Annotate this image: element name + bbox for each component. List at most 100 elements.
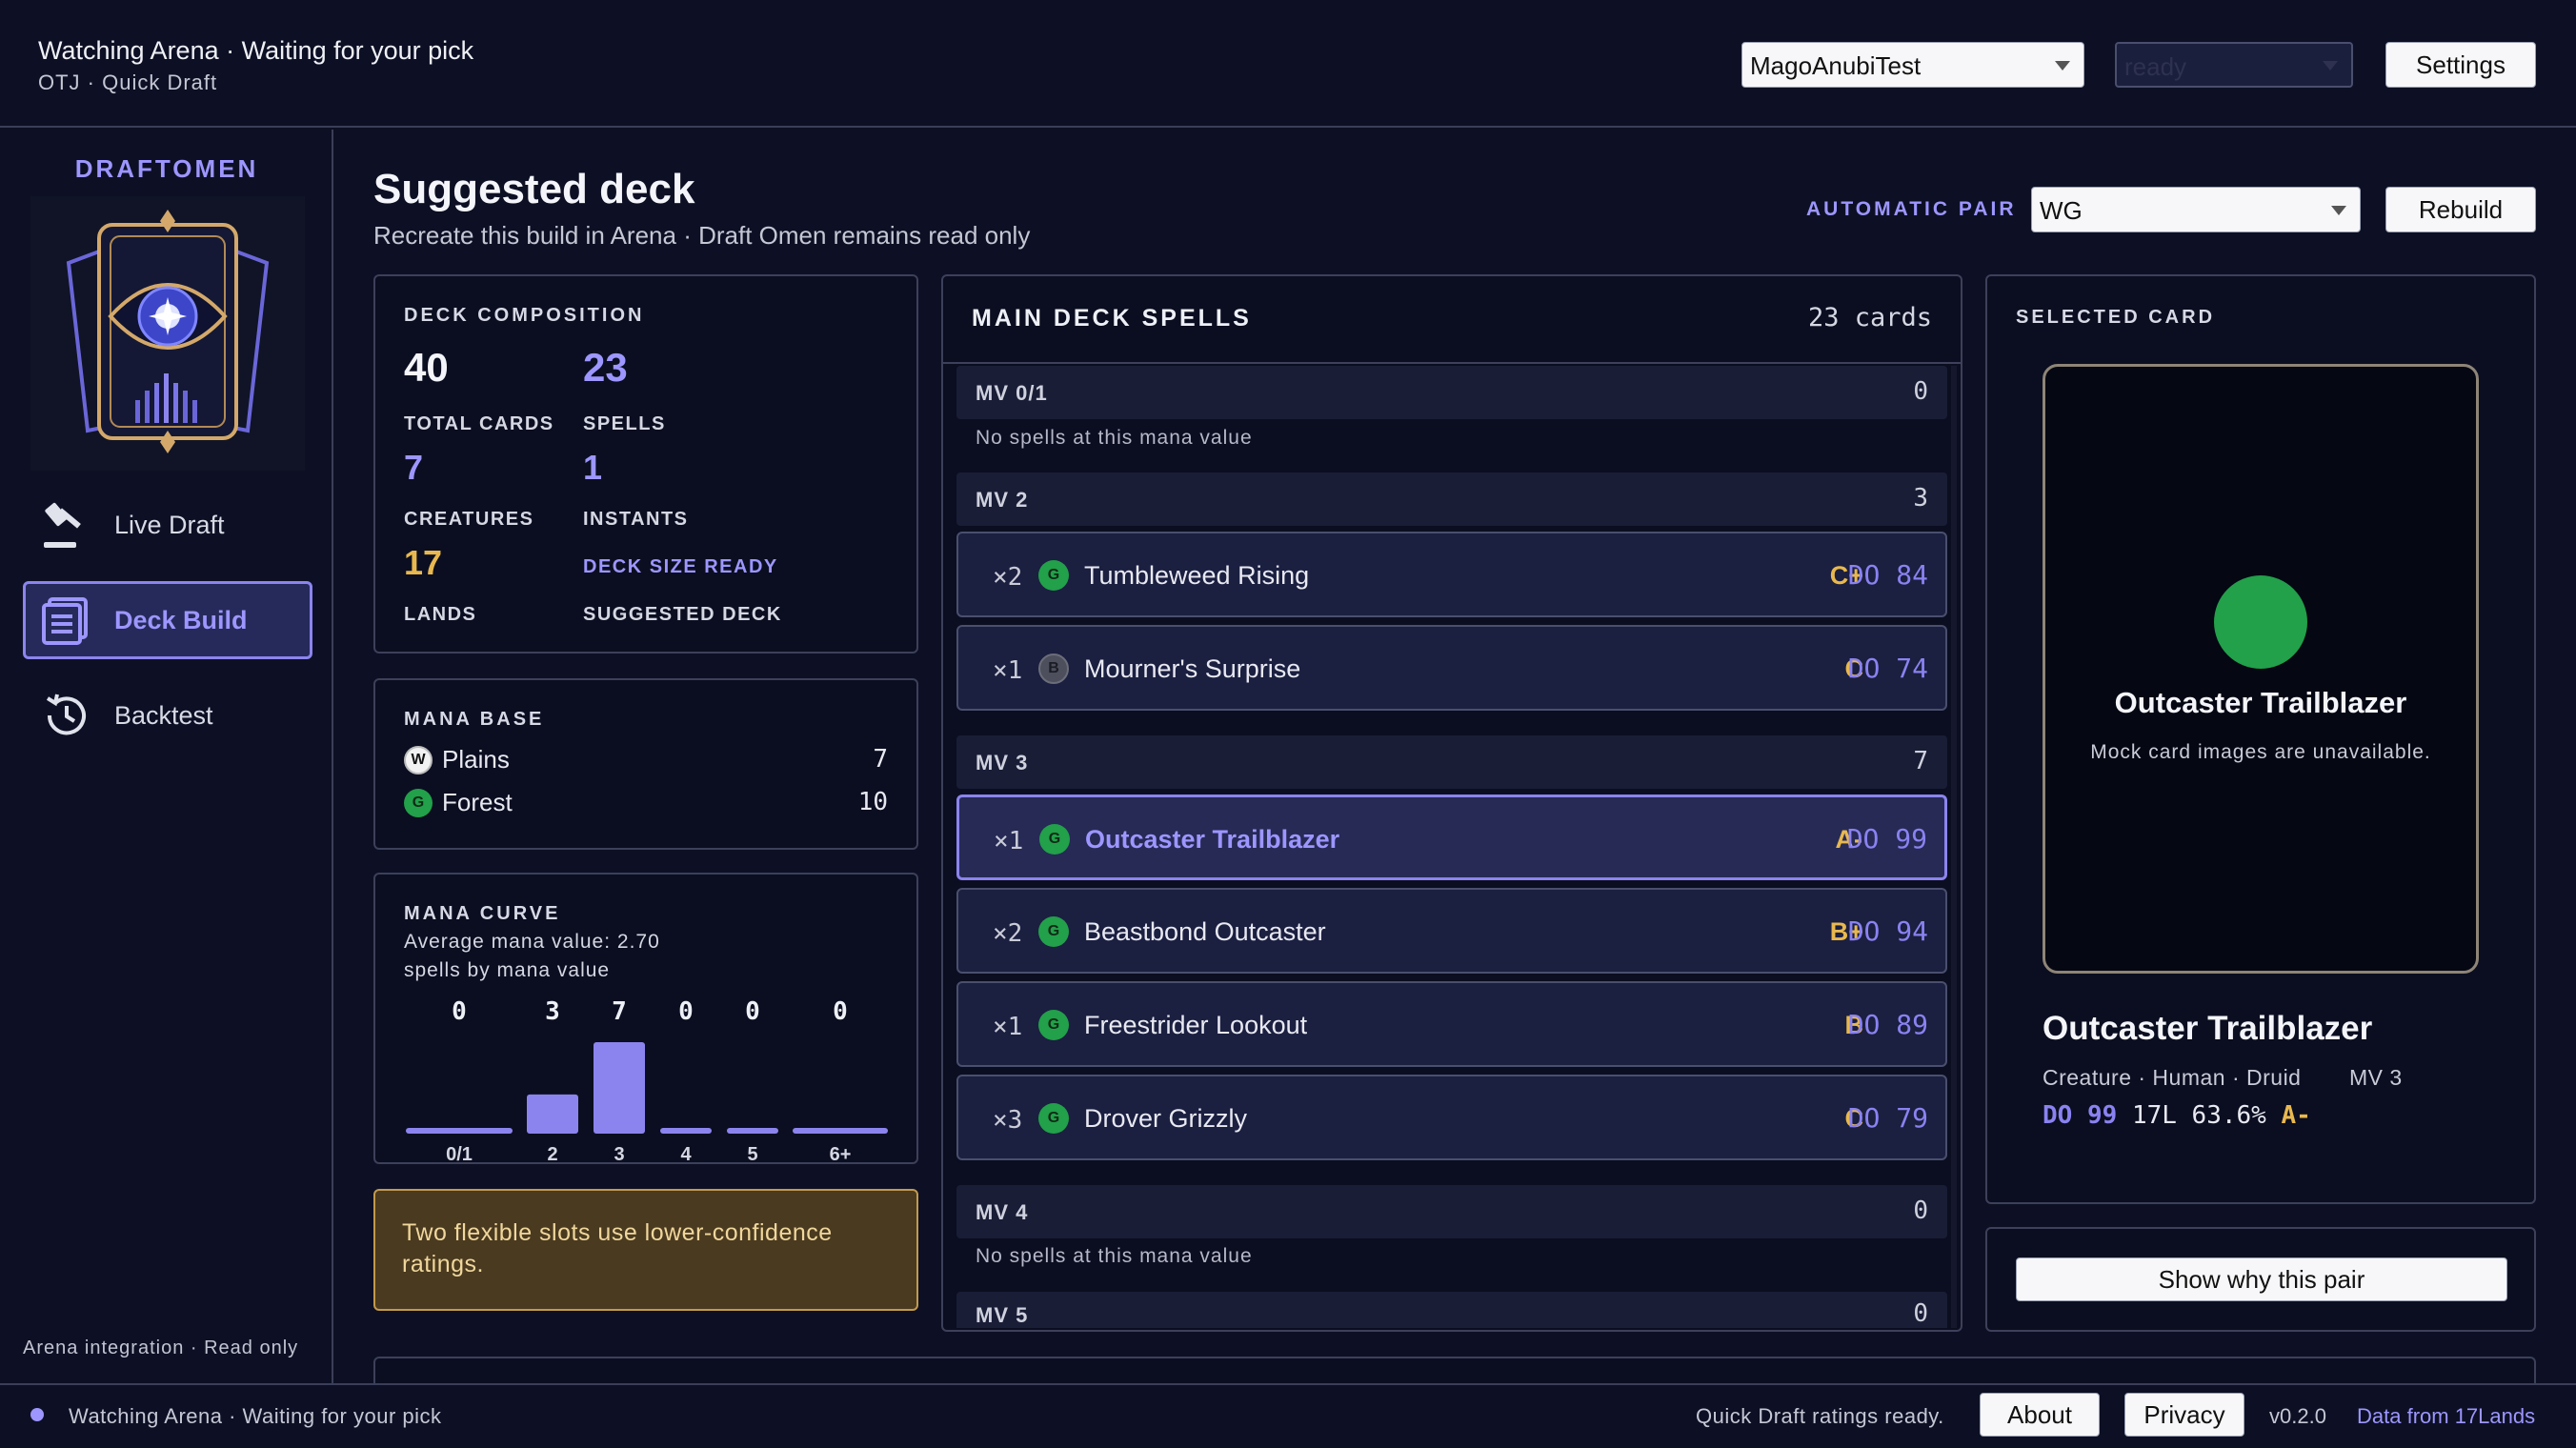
deck-composition-title: DECK COMPOSITION <box>404 305 645 326</box>
bottom-panel-edge <box>373 1357 2536 1385</box>
footer-status: Watching Arena · Waiting for your pick <box>69 1404 442 1428</box>
plains-label: Plains <box>442 745 510 774</box>
card-qty: ×1 <box>993 1013 1023 1041</box>
nav-backtest[interactable]: Backtest <box>23 676 312 754</box>
no-spells-text: No spells at this mana value <box>976 1245 1253 1267</box>
green-mana-icon: G <box>1038 1103 1069 1134</box>
privacy-button[interactable]: Privacy <box>2124 1393 2244 1437</box>
state-select-value: ready <box>2124 52 2187 81</box>
rebuild-button[interactable]: Rebuild <box>2385 187 2536 232</box>
mv-group-label: MV 0/1 <box>976 381 1048 405</box>
nav-backtest-label: Backtest <box>114 700 213 730</box>
about-button[interactable]: About <box>1980 1393 2100 1437</box>
card-qty: ×1 <box>994 827 1024 855</box>
curve-caption: spells by mana value <box>404 959 611 981</box>
instants-label: INSTANTS <box>583 509 689 530</box>
footer-version: v0.2.0 <box>2269 1404 2326 1428</box>
mock-image-note: Mock card images are unavailable. <box>2090 741 2431 763</box>
history-icon <box>46 694 86 735</box>
pair-select-value: WG <box>2040 196 2083 225</box>
main-deck-divider <box>943 362 1961 364</box>
spells-label: SPELLS <box>583 413 666 434</box>
selected-card-do: DO 99 <box>2043 1101 2118 1130</box>
card-color-dot <box>2214 575 2307 669</box>
mv-group-label: MV 5 <box>976 1303 1029 1327</box>
card-name: Beastbond Outcaster <box>1084 917 1326 946</box>
chevron-down-icon <box>2323 61 2338 70</box>
average-mana-value: Average mana value: 2.70 <box>404 931 660 953</box>
page-subtitle: Recreate this build in Arena · Draft Ome… <box>373 221 1031 250</box>
card-name: Freestrider Lookout <box>1084 1011 1308 1039</box>
card-row[interactable]: ×2 G Tumbleweed Rising C+ DO 84 <box>956 532 1947 617</box>
selected-card-stats: 17L 63.6% <box>2131 1101 2266 1130</box>
footer-data-link[interactable]: Data from 17Lands <box>2357 1404 2535 1429</box>
nav-live-draft-label: Live Draft <box>114 510 225 539</box>
pair-select[interactable]: WG <box>2031 187 2361 232</box>
card-name: Drover Grizzly <box>1084 1104 1248 1133</box>
mv-group-4: MV 4 0 <box>956 1185 1947 1238</box>
curve-value-label: 0 <box>678 997 694 1026</box>
total-cards-value: 40 <box>404 345 449 390</box>
card-row[interactable]: ×2 G Beastbond Outcaster B+ DO 94 <box>956 888 1947 974</box>
state-select[interactable]: ready <box>2115 42 2353 88</box>
chevron-down-icon <box>2055 61 2070 70</box>
deck-composition-panel <box>373 274 918 654</box>
card-do-score: DO 84 <box>1847 559 1928 591</box>
pair-label: AUTOMATIC PAIR <box>1806 198 2017 220</box>
card-row[interactable]: ×1 G Freestrider Lookout B DO 89 <box>956 981 1947 1067</box>
mv-group-count: 0 <box>1913 377 1928 406</box>
card-name: Outcaster Trailblazer <box>1085 825 1340 854</box>
nav-live-draft[interactable]: Live Draft <box>23 486 312 564</box>
brand-name: DRAFTOMEN <box>74 154 259 183</box>
card-qty: ×3 <box>993 1106 1023 1135</box>
selected-card-name: Outcaster Trailblazer <box>2043 1010 2373 1047</box>
nav-deck-build[interactable]: Deck Build <box>23 581 312 659</box>
settings-button[interactable]: Settings <box>2385 42 2536 88</box>
black-mana-icon: B <box>1038 654 1069 684</box>
white-mana-symbol: W <box>411 752 426 768</box>
mv-group-label: MV 4 <box>976 1200 1029 1224</box>
sidebar-footer: Arena integration · Read only <box>23 1337 299 1358</box>
curve-category-label: 2 <box>547 1144 557 1165</box>
mv-group-0-1: MV 0/1 0 <box>956 366 1947 419</box>
curve-bar <box>406 1128 513 1134</box>
card-image-placeholder <box>2043 364 2479 974</box>
green-mana-icon: G <box>1038 916 1069 947</box>
show-why-pair-button[interactable]: Show why this pair <box>2016 1257 2507 1301</box>
card-qty: ×1 <box>993 656 1023 685</box>
card-row[interactable]: ×1 B Mourner's Surprise C DO 74 <box>956 625 1947 711</box>
card-do-score: DO 79 <box>1847 1102 1928 1134</box>
green-mana-symbol: G <box>412 794 425 811</box>
mv-group-2: MV 2 3 <box>956 473 1947 526</box>
main-deck-title: MAIN DECK SPELLS <box>972 305 1252 332</box>
curve-category-label: 4 <box>680 1144 692 1165</box>
card-do-score: DO 74 <box>1847 653 1928 684</box>
card-do-score: DO 89 <box>1847 1009 1928 1040</box>
curve-value-label: 0 <box>745 997 760 1026</box>
mv-group-label: MV 3 <box>976 751 1029 774</box>
curve-category-label: 0/1 <box>446 1144 473 1165</box>
selected-card-mv: MV 3 <box>2349 1065 2403 1090</box>
mv-group-3: MV 3 7 <box>956 735 1947 789</box>
nav-deck-build-label: Deck Build <box>114 605 248 634</box>
curve-bar <box>793 1128 888 1134</box>
creatures-value: 7 <box>404 448 424 487</box>
forest-count: 10 <box>857 788 888 816</box>
mana-curve-chart: 0 0/1 3 2 7 3 0 4 0 5 0 6+ <box>406 997 888 1165</box>
curve-value-label: 7 <box>612 997 627 1026</box>
card-row-selected[interactable]: ×1 G Outcaster Trailblazer A- DO 99 <box>956 794 1947 880</box>
status-dot-icon <box>30 1408 44 1421</box>
card-qty: ×2 <box>993 919 1023 948</box>
mana-base-title: MANA BASE <box>404 709 545 730</box>
total-cards-label: TOTAL CARDS <box>404 413 554 434</box>
card-row[interactable]: ×3 G Drover Grizzly C DO 79 <box>956 1075 1947 1160</box>
lands-label: LANDS <box>404 604 477 625</box>
curve-category-label: 3 <box>614 1144 624 1165</box>
main-deck-scrollbar[interactable] <box>1951 366 1957 1328</box>
green-mana-icon: G <box>404 789 433 817</box>
account-select[interactable]: MagoAnubiTest <box>1741 42 2084 88</box>
forest-label: Forest <box>442 788 513 816</box>
mv-group-count: 3 <box>1913 484 1928 513</box>
curve-value-label: 0 <box>833 997 848 1026</box>
footer-ratings-status: Quick Draft ratings ready. <box>1696 1404 1944 1428</box>
